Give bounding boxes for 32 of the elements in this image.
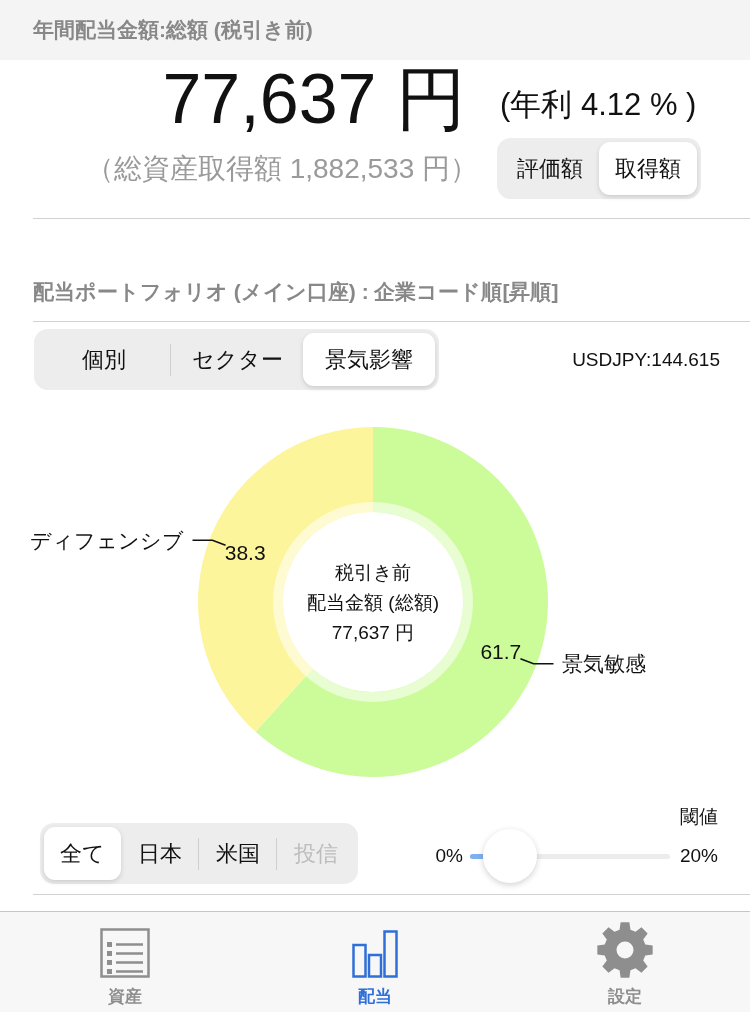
center-label: 税引き前 [335, 561, 411, 583]
yield-rate: (年利 4.12 % ) [500, 86, 698, 124]
leader-line [519, 658, 555, 665]
view-tab[interactable]: セクター [171, 333, 303, 386]
slice-label: ディフェンシブ [30, 528, 185, 552]
list-icon [100, 928, 150, 978]
total-cost: （総資産取得額 1,882,533 円） [85, 151, 478, 186]
dividend-amount: 77,637 円 [162, 61, 466, 138]
basis-option[interactable]: 評価額 [501, 142, 599, 195]
slice-value: 61.7 [480, 639, 522, 663]
tab-bar-item[interactable]: 配当 [250, 912, 500, 1012]
basis-option[interactable]: 取得額 [599, 142, 697, 195]
threshold-label: 閾値 [680, 805, 718, 829]
slice-label: 景気敏感 [561, 652, 646, 676]
view-tab[interactable]: 景気影響 [303, 333, 435, 386]
region-option[interactable]: 米国 [199, 827, 276, 880]
exchange-rate: USDJPY:144.615 [572, 348, 720, 371]
center-label: 配当金額 (総額) [307, 591, 439, 613]
bar-chart-icon [352, 930, 398, 978]
header-title: 年間配当金額:総額 (税引き前) [33, 17, 313, 43]
region-option[interactable]: 全て [44, 827, 121, 880]
slider-min-label: 0% [435, 844, 463, 868]
slider-max-label: 20% [679, 844, 718, 868]
settings-icon [597, 922, 653, 978]
leader-line [191, 539, 227, 546]
section-title: 配当ポートフォリオ (メイン口座) : 企業コード順[昇順] [33, 280, 559, 303]
region-option[interactable]: 日本 [121, 827, 198, 880]
slice-value: 38.3 [224, 541, 266, 565]
threshold-slider[interactable] [469, 829, 670, 883]
slider-thumb[interactable] [483, 829, 538, 883]
center-label: 77,637 円 [331, 621, 415, 643]
view-tab[interactable]: 個別 [38, 333, 170, 386]
